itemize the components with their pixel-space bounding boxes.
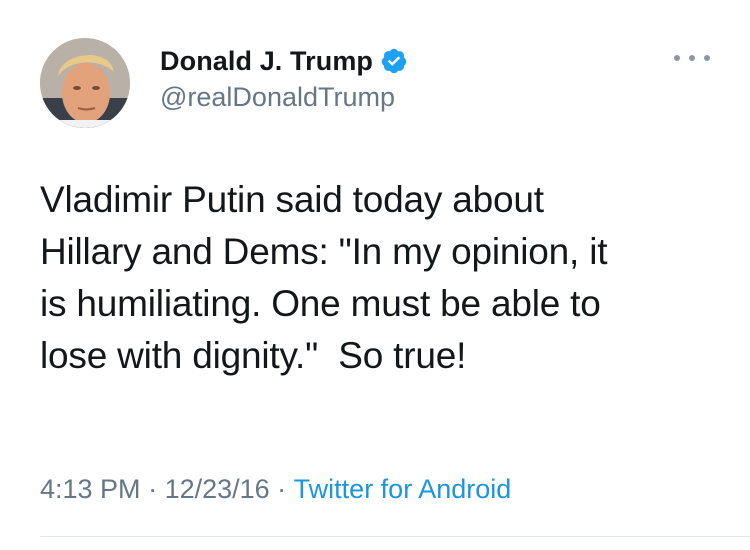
meta-separator: · xyxy=(140,474,165,504)
more-options-icon[interactable] xyxy=(674,46,710,70)
user-handle[interactable]: @realDonaldTrump xyxy=(160,82,395,113)
tweet-text: Vladimir Putin said today about Hillary … xyxy=(40,179,608,376)
more-dot xyxy=(689,55,695,61)
tweet-date[interactable]: 12/23/16 xyxy=(165,474,270,505)
display-name[interactable]: Donald J. Trump xyxy=(160,46,373,77)
tweet-card: Donald J. Trump @realDonaldTrump Vladimi… xyxy=(0,0,750,550)
meta-separator: · xyxy=(269,474,294,504)
divider xyxy=(40,536,750,537)
tweet-metadata: 4:13 PM · 12/23/16 · Twitter for Android xyxy=(40,474,511,505)
tweet-source-link[interactable]: Twitter for Android xyxy=(294,474,512,505)
more-dot xyxy=(704,55,710,61)
avatar-image xyxy=(40,38,130,128)
verified-badge-icon xyxy=(380,47,408,75)
display-name-row: Donald J. Trump xyxy=(160,44,408,78)
more-dot xyxy=(674,55,680,61)
avatar[interactable] xyxy=(40,38,130,128)
tweet-time[interactable]: 4:13 PM xyxy=(40,474,141,505)
